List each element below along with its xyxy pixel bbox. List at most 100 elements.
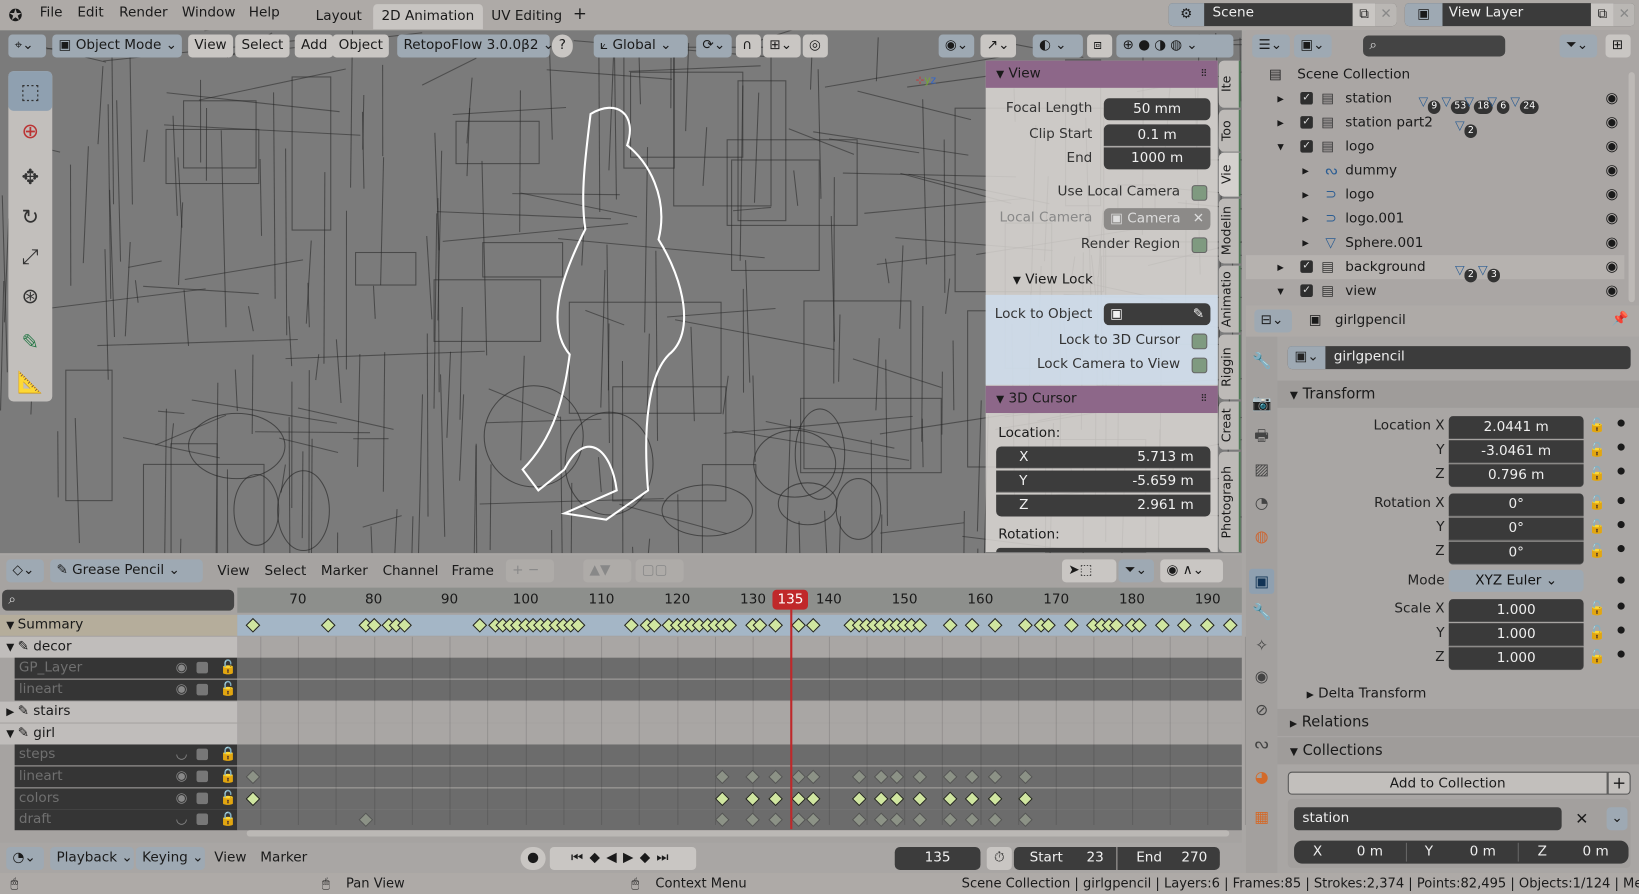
cursor-y-field[interactable]: Y -5.659 m — [996, 470, 1211, 493]
eye-icon[interactable]: ◉ — [176, 766, 188, 787]
keyframe-dot-icon[interactable]: ● — [1617, 442, 1625, 452]
navigation-gizmo-icon[interactable]: ⊹yz — [916, 75, 958, 117]
expand-arrow-icon[interactable]: ▼ — [6, 642, 17, 654]
eye-icon[interactable]: ◉ — [1606, 231, 1619, 255]
outliner-display-mode-button[interactable]: ☰⌄ — [1252, 34, 1290, 58]
current-frame-line[interactable] — [790, 609, 793, 830]
channel-group[interactable]: ▼ ✎ girl — [0, 723, 238, 744]
scale-tool-icon[interactable]: ⤢ — [8, 236, 52, 276]
eyedropper-icon[interactable]: ✎ — [1193, 303, 1204, 325]
visibility-checkbox[interactable]: ✓ — [1300, 140, 1313, 153]
transform-tool-icon[interactable]: ⊛ — [8, 276, 52, 316]
view-lock-subpanel-header[interactable]: ▼ View Lock — [1013, 272, 1093, 288]
end-frame-field[interactable]: End 270 — [1117, 846, 1220, 870]
eye-icon[interactable]: ◉ — [1606, 183, 1619, 207]
delete-scene-icon[interactable]: ✕ — [1375, 3, 1397, 27]
transform-rotation_x-field[interactable]: 0° — [1448, 493, 1584, 517]
channel-track-draft[interactable] — [237, 809, 1242, 831]
outliner-search-input[interactable]: ⌕ — [1363, 35, 1506, 57]
layer-checkbox[interactable] — [196, 683, 209, 696]
lock-icon[interactable]: 🔓 — [1589, 418, 1606, 434]
outliner-row[interactable]: ▶ ⊃ logo ◉ — [1246, 183, 1624, 207]
outliner-scene-collection[interactable]: ▤ Scene Collection — [1246, 63, 1624, 87]
viewport-menu-object[interactable]: Object — [332, 34, 390, 58]
layer-checkbox[interactable] — [196, 792, 209, 804]
visibility-checkbox[interactable]: ✓ — [1300, 284, 1313, 297]
transform-rotation_y-field[interactable]: 0° — [1448, 517, 1584, 541]
sidebar-tab-too[interactable]: Too — [1218, 109, 1241, 152]
expand-arrow-icon[interactable]: ▶ — [1302, 183, 1308, 207]
outliner-item-name[interactable]: background — [1345, 255, 1425, 279]
keyframe-dot-icon[interactable]: ● — [1617, 520, 1625, 530]
eye-icon[interactable]: ◉ — [176, 680, 188, 701]
sidebar-tab-ite[interactable]: Ite — [1218, 60, 1241, 108]
dopesheet-menu-select[interactable]: Select — [264, 564, 306, 580]
channel-track-lineart[interactable] — [237, 679, 1242, 701]
lock-icon[interactable]: 🔓 — [220, 680, 237, 701]
only-selected-toggle[interactable]: ➤⬚ — [1062, 559, 1117, 583]
menu-window[interactable]: Window — [182, 5, 236, 21]
add-workspace-button[interactable]: + — [573, 3, 587, 23]
outliner-item-name[interactable]: logo.001 — [1345, 207, 1404, 231]
transform-scale_z-field[interactable]: 1.000 — [1448, 647, 1584, 671]
channel-track-girl[interactable] — [237, 723, 1242, 744]
new-view-layer-icon[interactable]: ⧉ — [1590, 3, 1614, 27]
eye-icon[interactable]: ◉ — [1606, 279, 1619, 303]
outliner-item-name[interactable]: view — [1345, 279, 1376, 303]
retopoflow-dropdown[interactable]: RetopoFlow 3.0.0β2 ⌄ — [397, 34, 554, 58]
render-region-checkbox[interactable] — [1191, 237, 1208, 254]
outliner-item-name[interactable]: station — [1345, 87, 1392, 111]
layer-checkbox[interactable] — [196, 770, 209, 783]
outliner-row[interactable]: ▼ ✓ ▤ view ◉ — [1246, 279, 1624, 303]
jump-start-icon[interactable]: ⏮ — [571, 850, 590, 866]
focal-length-field[interactable]: 50 mm — [1103, 98, 1211, 121]
3d-cursor-panel-header[interactable]: ▼ 3D Cursor ⠿ — [985, 385, 1218, 414]
overlay-dropdown[interactable]: ◐ ⌄ — [1032, 34, 1083, 58]
layer-checkbox[interactable] — [196, 813, 209, 826]
visibility-checkbox[interactable]: ✓ — [1300, 92, 1313, 105]
keyframe-dot-icon[interactable]: ● — [1617, 496, 1625, 506]
play-reverse-icon[interactable]: ◀ — [606, 850, 623, 866]
gizmo-dropdown[interactable]: ↗⌄ — [980, 34, 1017, 58]
tab-uv-editing[interactable]: UV Editing — [483, 4, 571, 29]
lock-icon[interactable]: 🔓 — [1589, 544, 1606, 560]
sidebar-tab-photograph[interactable]: Photograph — [1218, 451, 1241, 553]
relations-panel-header[interactable]: ▶ Relations — [1277, 708, 1639, 737]
keyframe-dot-icon[interactable]: ● — [1617, 418, 1625, 428]
eye-icon[interactable]: ◉ — [1606, 255, 1619, 279]
playback-dropdown[interactable]: Playback ⌄ — [50, 846, 134, 870]
preview-range-icon[interactable]: ⏱ — [986, 846, 1012, 870]
new-collection-button[interactable]: ⊞ — [1605, 34, 1631, 58]
lock-to-object-field[interactable]: ▣ ✎ — [1103, 303, 1211, 326]
rotate-tool-icon[interactable]: ↻ — [8, 197, 52, 237]
channel-search-input[interactable]: ⌕ — [2, 589, 235, 611]
clip-start-field[interactable]: 0.1 m — [1103, 124, 1211, 147]
channel-layer[interactable]: draft ◡ 🔒 — [14, 809, 238, 831]
channel-summary[interactable]: ▼ Summary — [0, 614, 238, 636]
object-tab-icon[interactable]: ▣ — [1249, 568, 1275, 594]
channel-track-GP_Layer[interactable] — [237, 658, 1242, 680]
view-layer-name[interactable]: View Layer — [1449, 5, 1523, 21]
keying-dropdown[interactable]: Keying ⌄ — [135, 846, 205, 870]
expand-arrow-icon[interactable]: ▶ — [1277, 255, 1283, 279]
dopesheet-menu-channel[interactable]: Channel — [383, 564, 439, 580]
help-button[interactable]: ? — [551, 34, 573, 58]
visibility-checkbox[interactable]: ✓ — [1300, 260, 1313, 273]
effects-tab-icon[interactable]: ✧ — [1252, 636, 1271, 655]
use-local-camera-checkbox[interactable] — [1191, 185, 1208, 201]
channel-name[interactable]: lineart — [19, 682, 63, 698]
outliner-item-name[interactable]: logo — [1345, 183, 1374, 207]
timeline-menu-view[interactable]: View — [214, 850, 246, 866]
outliner-row[interactable]: ▶ ⊃ logo.001 ◉ — [1246, 207, 1624, 231]
sidebar-tab-modelin[interactable]: Modelin — [1218, 198, 1241, 264]
world-tab-icon[interactable]: ◍ — [1252, 527, 1271, 546]
outliner-filter-button[interactable]: ⏷⌄ — [1559, 34, 1598, 58]
clip-end-field[interactable]: 1000 m — [1103, 147, 1211, 170]
keyframe-dot-icon[interactable]: ● — [1617, 544, 1625, 554]
modifier-tab-icon[interactable]: 🔧 — [1252, 602, 1272, 621]
collection-name-field[interactable]: station — [1294, 807, 1562, 831]
keyframe-dot-icon[interactable]: ● — [1617, 649, 1625, 659]
current-frame-field[interactable]: 135 — [894, 846, 981, 870]
channel-layer[interactable]: colors ◉ 🔓 — [14, 787, 238, 809]
outliner-row[interactable]: ▶ ✓ ▤ station part2 ▽ 2 ◉ — [1246, 111, 1624, 139]
